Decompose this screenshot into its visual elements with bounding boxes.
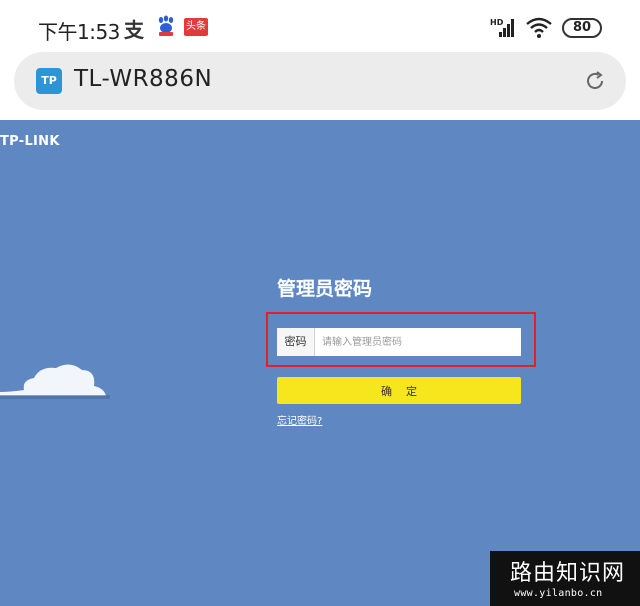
battery-indicator: 80 <box>562 18 602 38</box>
password-field: 密码 <box>277 328 521 356</box>
toutiao-icon: 头条 <box>184 18 208 36</box>
brand-logo: TP-LINK <box>0 134 60 149</box>
confirm-button[interactable]: 确定 <box>277 377 521 404</box>
watermark-url: www.yilanbo.cn <box>514 588 603 599</box>
watermark: 路由知识网 www.yilanbo.cn <box>490 551 640 606</box>
site-favicon-icon: TP <box>36 68 62 94</box>
alipay-icon: 支 <box>124 18 144 42</box>
browser-address-area: TP TL-WR886N <box>0 52 640 120</box>
status-time: 下午1:53 <box>38 20 120 44</box>
address-bar[interactable]: TP TL-WR886N <box>14 52 626 110</box>
status-indicators: HD 80 <box>490 16 602 40</box>
password-label: 密码 <box>277 328 315 356</box>
router-login-page: TP-LINK 管理员密码 密码 确定 忘记密码? <box>0 120 640 606</box>
page-title[interactable]: TL-WR886N <box>74 66 212 92</box>
hd-label: HD <box>490 18 504 27</box>
login-title: 管理员密码 <box>277 278 373 300</box>
baidu-paw-icon <box>156 15 176 37</box>
cloud-decoration <box>0 348 112 404</box>
password-input[interactable] <box>315 328 521 356</box>
wifi-icon <box>526 17 552 39</box>
cellular-signal-icon: HD <box>490 17 516 39</box>
forgot-password-link[interactable]: 忘记密码? <box>277 412 322 427</box>
status-bar: 下午1:53 支 头条 HD 80 <box>0 0 640 52</box>
watermark-title: 路由知识网 <box>510 561 626 586</box>
reload-icon[interactable] <box>582 68 608 94</box>
